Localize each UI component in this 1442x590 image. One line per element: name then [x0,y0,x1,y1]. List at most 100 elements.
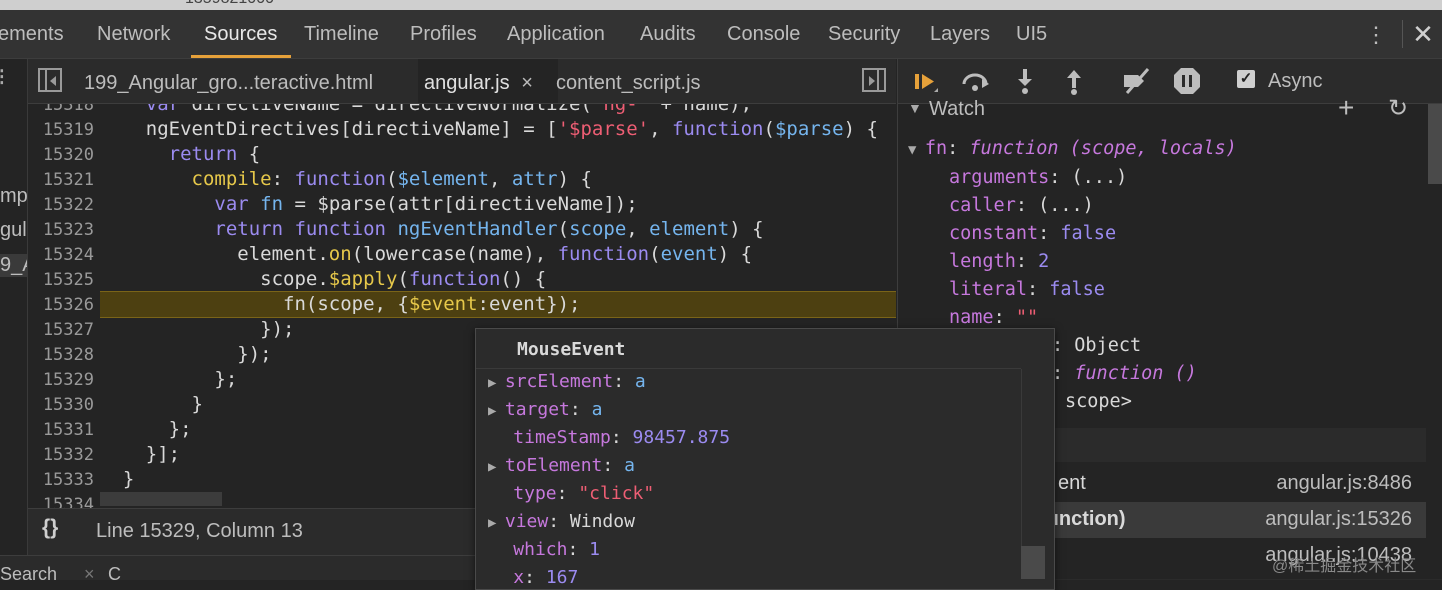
line-number[interactable]: 15326 [28,295,94,315]
popover-property[interactable]: type: "click" [488,483,654,504]
callstack-frame-location[interactable]: angular.js:15326 [1265,508,1412,531]
code-line: var fn = $parse(attr[directiveName]); [214,193,638,215]
tab-sources[interactable]: Sources [204,10,277,58]
code-line: var directiveName = directiveNormalize('… [145,104,753,115]
line-number[interactable]: 15318 [28,104,94,115]
watch-property[interactable]: constant: false [949,223,1116,244]
popover-property[interactable]: timeStamp: 98457.875 [488,427,730,448]
line-number[interactable]: 15319 [28,120,94,140]
async-checkbox[interactable]: ✓ [1237,70,1255,88]
code-line: return { [168,143,261,165]
code-line: }; [214,368,238,390]
navigator-menu-icon[interactable]: ⁝ [0,63,6,92]
expand-arrow-icon[interactable]: ▶ [488,515,505,531]
expand-arrow-icon [488,487,513,503]
editor-tab-angular-js[interactable]: angular.js × [418,59,558,103]
line-number[interactable]: 15330 [28,395,94,415]
navigator-panel: mp gul 9_A ⁝ [0,59,28,579]
editor-tab-content-script[interactable]: content_script.js [556,59,701,103]
expand-arrow-icon [488,431,513,447]
watch-expression[interactable]: ▼ fn: function (scope, locals) [908,138,1237,159]
line-number[interactable]: 15322 [28,195,94,215]
popover-scrollbar-thumb[interactable] [1021,546,1045,579]
deactivate-breakpoints-icon[interactable] [1121,66,1151,96]
code-line: fn(scope, {$event:event}); [283,293,581,315]
line-number[interactable]: 15320 [28,145,94,165]
popover-title: MouseEvent [517,339,626,360]
watch-title[interactable]: Watch [929,98,985,121]
pause-on-exceptions-icon[interactable] [1172,66,1202,96]
watch-row-partial: scope> [1065,391,1132,412]
watch-property[interactable]: name: "" [949,307,1038,328]
line-gutter: 15318 15319 15320 15321 15322 15323 15324 15325… [28,104,100,508]
popover-property[interactable]: ▶ srcElement: a [488,371,646,392]
line-number[interactable]: 15328 [28,345,94,365]
watch-property[interactable]: literal: false [949,279,1105,300]
expand-arrow-icon [488,571,513,587]
callstack-frame-location[interactable]: angular.js:8486 [1276,472,1412,495]
line-number[interactable]: 15329 [28,370,94,390]
line-number[interactable]: 15323 [28,220,94,240]
refresh-watch-icon[interactable]: ↻ [1388,94,1408,123]
popover-property[interactable]: ▶ toElement: a [488,455,635,476]
toggle-debugger-icon[interactable] [862,68,886,92]
more-menu-icon[interactable]: ⋮ [1365,20,1387,50]
watch-property[interactable]: length: 2 [949,251,1049,272]
tab-elements[interactable]: ements [0,10,64,58]
code-line: }); [260,318,295,340]
code-line: scope.$apply(function() { [260,268,547,290]
drawer-tab-console[interactable]: C [108,564,121,585]
close-devtools-icon[interactable]: ✕ [1408,18,1438,50]
navigator-item[interactable]: gul [0,219,27,242]
popover-property[interactable]: which: 1 [488,539,600,560]
resume-icon[interactable] [910,66,940,96]
code-line: }]; [145,443,181,465]
horizontal-scrollbar[interactable] [100,492,222,506]
expand-arrow-icon [488,543,513,559]
navigator-item-selected[interactable]: 9_A [0,254,27,277]
line-number[interactable]: 15327 [28,320,94,340]
add-watch-icon[interactable]: + [1338,92,1354,124]
tab-console[interactable]: Console [727,10,800,58]
tab-network[interactable]: Network [97,10,170,58]
popover-property[interactable]: ▶ view: Window [488,511,635,532]
expand-arrow-icon[interactable]: ▶ [488,403,505,419]
navigator-item[interactable]: mp [0,185,27,208]
tab-layers[interactable]: Layers [930,10,990,58]
expand-arrow-icon[interactable]: ▼ [908,142,925,158]
editor-tab-html[interactable]: 199_Angular_gro...teractive.html [84,59,373,103]
toggle-navigator-icon[interactable] [38,68,62,92]
line-number[interactable]: 15332 [28,445,94,465]
watch-scrollbar[interactable] [1428,104,1442,184]
tab-security[interactable]: Security [828,10,900,58]
line-number[interactable]: 15321 [28,170,94,190]
drawer-tab-search[interactable]: Search [0,564,57,585]
step-over-icon[interactable] [960,66,990,96]
popover-property[interactable]: ▶ target: a [488,399,602,420]
tab-audits[interactable]: Audits [640,10,696,58]
tab-ui5[interactable]: UI5 [1016,10,1047,58]
drawer-close-icon[interactable]: × [84,564,95,585]
close-tab-icon[interactable]: × [521,72,533,94]
tab-timeline[interactable]: Timeline [304,10,379,58]
pretty-print-icon[interactable]: {} [42,516,58,540]
watch-property[interactable]: caller: (...) [949,195,1094,216]
line-number[interactable]: 15331 [28,420,94,440]
expand-arrow-icon[interactable]: ▶ [488,375,505,391]
expand-arrow-icon[interactable]: ▶ [488,459,505,475]
step-out-icon[interactable] [1059,66,1089,96]
collapse-arrow-icon[interactable]: ▼ [908,100,922,116]
popover-property[interactable]: x: 167 [488,567,578,588]
step-into-icon[interactable] [1010,66,1040,96]
code-line: }; [168,418,192,440]
tab-profiles[interactable]: Profiles [410,10,477,58]
line-number[interactable]: 15334 [28,495,94,508]
tab-application[interactable]: Application [507,10,605,58]
line-number[interactable]: 15325 [28,270,94,290]
code-line: compile: function($element, attr) { [191,168,592,190]
callstack-frame-name[interactable]: ent [1058,472,1086,495]
watch-property[interactable]: arguments: (...) [949,167,1127,188]
line-number[interactable]: 15333 [28,470,94,490]
watermark: @稀土掘金技术社区 [1272,558,1417,575]
line-number[interactable]: 15324 [28,245,94,265]
